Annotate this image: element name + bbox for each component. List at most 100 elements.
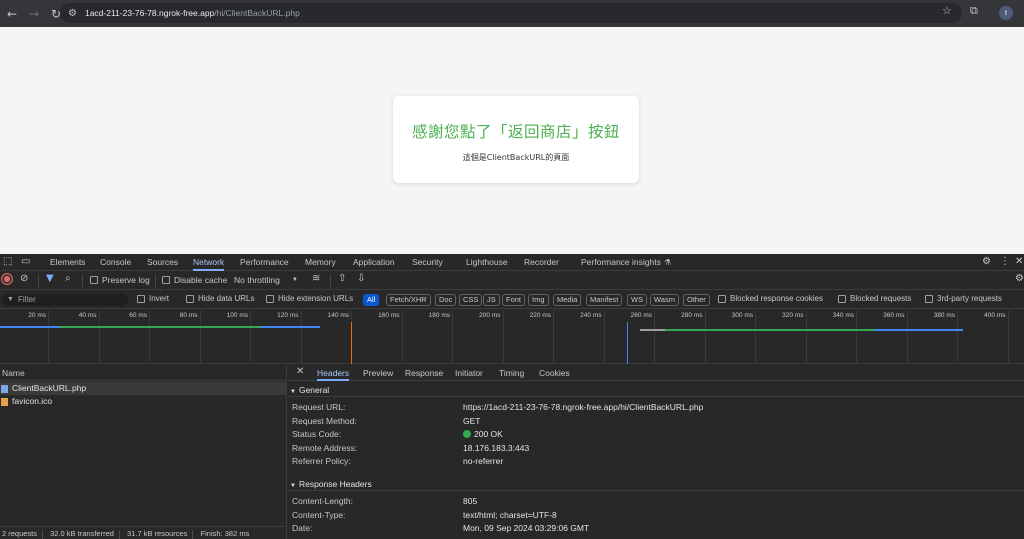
tab-cookies[interactable]: Cookies <box>539 365 570 381</box>
tab-preview[interactable]: Preview <box>363 365 393 381</box>
finish-time: Finish: 382 ms <box>200 529 250 538</box>
general-section-header[interactable]: ▼ General <box>288 383 1024 397</box>
type-filter-fetch-xhr[interactable]: Fetch/XHR <box>386 294 431 306</box>
export-har-icon[interactable]: ⇩ <box>357 273 365 284</box>
header-row-remote-address: Remote Address: 18.176.183.3:443 <box>292 442 530 453</box>
request-row-favicon[interactable]: favicon.ico <box>0 395 287 408</box>
preserve-log-checkbox[interactable]: Preserve log <box>90 275 150 285</box>
timeline-tick-label: 300 ms <box>731 312 753 319</box>
flask-icon: ⚗ <box>664 258 672 267</box>
forward-icon[interactable]: → <box>24 4 44 24</box>
import-har-icon[interactable]: ⇧ <box>338 273 346 284</box>
network-conditions-icon[interactable]: ≋ <box>312 273 320 284</box>
tab-headers[interactable]: Headers <box>317 365 350 381</box>
settings-gear-icon[interactable]: ⚙ <box>982 256 991 267</box>
network-settings-icon[interactable]: ⚙ <box>1015 273 1024 284</box>
timeline-gridline <box>603 310 605 364</box>
page-heading: 感謝您點了「返回商店」按鈕 <box>411 123 620 141</box>
header-row-date: Date: Mon, 09 Sep 2024 03:29:06 GMT <box>292 523 590 533</box>
type-filter-other[interactable]: Other <box>683 294 710 306</box>
filter-input[interactable]: ▼ Filter <box>2 294 128 306</box>
more-options-icon[interactable]: ⋮ <box>1000 256 1010 267</box>
tab-performance-insights[interactable]: Performance insights <box>581 254 661 271</box>
transferred-size: 32.0 kB transferred <box>50 529 114 538</box>
timeline-gridline <box>401 310 403 364</box>
request-count: 2 requests <box>2 529 38 538</box>
timeline-gridline <box>654 310 655 364</box>
profile-avatar[interactable]: t <box>999 6 1013 20</box>
third-party-requests-checkbox[interactable]: 3rd-party requests <box>925 294 1002 303</box>
close-devtools-icon[interactable]: ✕ <box>1015 256 1023 267</box>
type-filter-wasm[interactable]: Wasm <box>650 294 679 306</box>
bookmark-star-icon[interactable]: ☆ <box>942 4 952 17</box>
type-filter-all[interactable]: All <box>363 294 380 306</box>
response-headers-section-header[interactable]: ▼ Response Headers <box>288 477 1024 491</box>
timeline-gridline <box>906 310 908 364</box>
close-detail-icon[interactable]: ✕ <box>296 366 304 377</box>
inspect-element-icon[interactable]: ⬚ <box>3 256 12 267</box>
detail-tabbar: ✕ Headers Preview Response Initiator Tim… <box>288 365 1024 381</box>
throttling-select[interactable]: No throttling ▼ <box>234 275 298 285</box>
clear-icon[interactable]: ⊘ <box>20 273 28 284</box>
type-filter-ws[interactable]: WS <box>627 294 648 306</box>
tab-elements[interactable]: Elements <box>50 254 85 271</box>
type-filter-media[interactable]: Media <box>553 294 582 306</box>
tab-initiator[interactable]: Initiator <box>455 365 483 381</box>
tab-sources[interactable]: Sources <box>147 254 178 271</box>
tab-recorder[interactable]: Recorder <box>524 254 559 271</box>
status-ok-dot-icon <box>463 430 471 438</box>
type-filter-js[interactable]: JS <box>483 294 500 306</box>
timeline-bar <box>875 329 963 331</box>
site-info-icon[interactable]: ⚙ <box>68 8 77 19</box>
tab-lighthouse[interactable]: Lighthouse <box>466 254 508 271</box>
page-viewport: 感謝您點了「返回商店」按鈕 這個是ClientBackURL的頁面 <box>0 27 1024 254</box>
device-toolbar-icon[interactable]: ▭ <box>21 256 30 267</box>
filter-icon: ▼ <box>7 296 14 303</box>
type-filter-manifest[interactable]: Manifest <box>586 294 623 306</box>
extensions-icon[interactable]: ⧉ <box>970 4 978 18</box>
network-timeline-overview[interactable]: 20 ms 40 ms 60 ms 80 ms 100 ms 120 ms 140 ms 16… <box>0 310 1024 364</box>
tab-response[interactable]: Response <box>405 365 443 381</box>
tab-application[interactable]: Application <box>353 254 395 271</box>
load-event-marker <box>627 322 628 364</box>
header-row-content-type: Content-Type: text/html; charset=UTF-8 <box>292 509 557 520</box>
timeline-tick-label: 400 ms <box>984 312 1006 319</box>
divider <box>38 275 39 287</box>
address-bar[interactable]: ⚙ 1acd-211-23-76-78.ngrok-free.app/hi/Cl… <box>60 3 962 23</box>
request-detail-pane: ✕ Headers Preview Response Initiator Tim… <box>288 365 1024 539</box>
name-column-header[interactable]: Name <box>0 365 287 381</box>
blocked-requests-checkbox[interactable]: Blocked requests <box>838 294 911 303</box>
tab-security[interactable]: Security <box>412 254 443 271</box>
timeline-gridline <box>48 310 49 364</box>
request-row-clientbackurl[interactable]: ClientBackURL.php <box>0 382 287 395</box>
blocked-response-cookies-checkbox[interactable]: Blocked response cookies <box>718 294 823 303</box>
record-stop-icon[interactable] <box>2 274 12 284</box>
invert-checkbox[interactable]: Invert <box>137 294 169 303</box>
type-filter-font[interactable]: Font <box>502 294 526 306</box>
hide-data-urls-checkbox[interactable]: Hide data URLs <box>186 294 254 303</box>
hide-extension-urls-checkbox[interactable]: Hide extension URLs <box>266 294 353 303</box>
tab-memory[interactable]: Memory <box>305 254 336 271</box>
timeline-tick-label: 20 ms <box>28 312 46 319</box>
timeline-gridline <box>452 310 453 364</box>
browser-toolbar: ← → ↻ ⚙ 1acd-211-23-76-78.ngrok-free.app… <box>0 0 1024 27</box>
network-toolbar: ⊘ ▼ ⌕ Preserve log Disable cache No thro… <box>0 272 1024 290</box>
tab-network[interactable]: Network <box>193 254 225 271</box>
tab-timing[interactable]: Timing <box>499 365 524 381</box>
timeline-tick-label: 140 ms <box>327 312 349 319</box>
disable-cache-checkbox[interactable]: Disable cache <box>162 275 227 285</box>
timeline-gridline <box>300 310 302 364</box>
header-row-request-url: Request URL: https://1acd-211-23-76-78.ng… <box>292 402 704 412</box>
type-filter-img[interactable]: Img <box>528 294 549 306</box>
divider <box>155 275 156 287</box>
tab-console[interactable]: Console <box>100 254 131 271</box>
type-filter-css[interactable]: CSS <box>459 294 483 306</box>
timeline-tick-label: 160 ms <box>378 312 400 319</box>
search-icon[interactable]: ⌕ <box>65 273 71 284</box>
back-icon[interactable]: ← <box>2 4 22 24</box>
filter-funnel-icon[interactable]: ▼ <box>46 273 54 284</box>
timeline-tick-label: 40 ms <box>78 312 97 319</box>
request-list-pane: Name ClientBackURL.php favicon.ico 2 req… <box>0 365 287 539</box>
type-filter-doc[interactable]: Doc <box>435 294 457 306</box>
tab-performance[interactable]: Performance <box>240 254 289 271</box>
